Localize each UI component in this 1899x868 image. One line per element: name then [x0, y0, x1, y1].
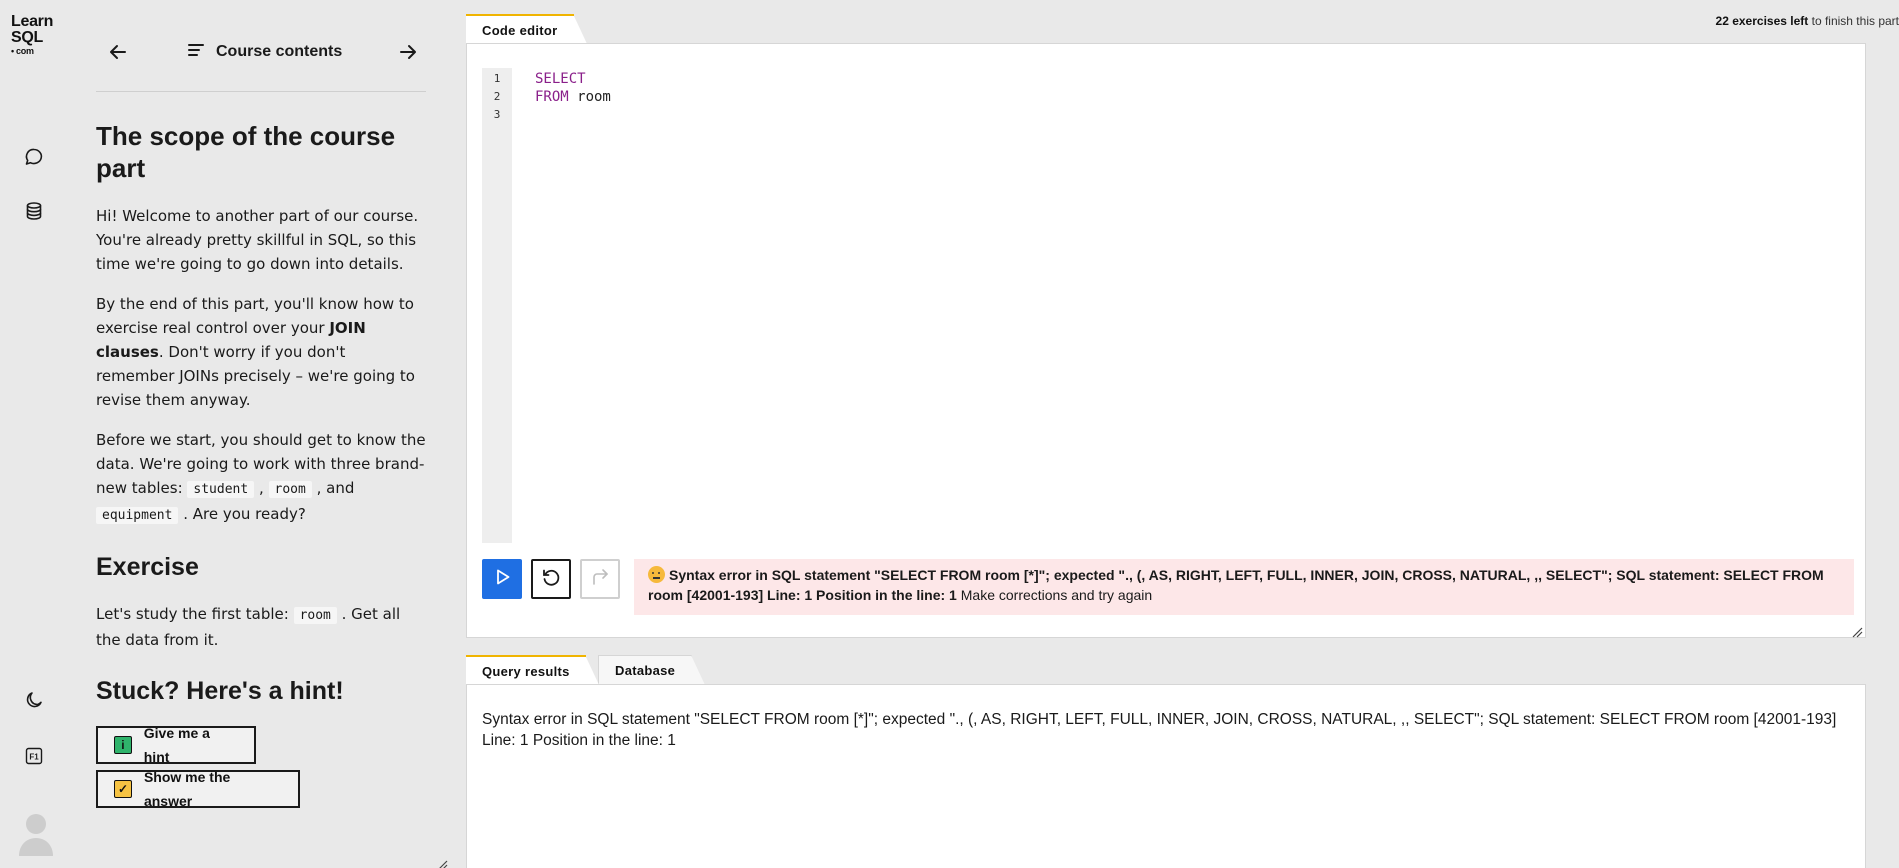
sql-code-input[interactable]: SELECT FROM room ​: [535, 70, 611, 124]
code-editor-tab-label: Code editor: [482, 22, 558, 38]
left-rail: Learn SQL • com F1: [0, 0, 70, 868]
list-icon: [186, 40, 206, 65]
info-icon: i: [114, 736, 132, 754]
resize-handle-icon[interactable]: [436, 856, 448, 868]
lesson-paragraph-3: Before we start, you should get to know …: [96, 428, 426, 528]
tab-code-editor[interactable]: Code editor: [466, 14, 588, 46]
arrow-right-icon[interactable]: [396, 40, 420, 64]
logo-line-3: • com: [11, 46, 34, 56]
keyword-select: SELECT: [535, 71, 586, 87]
hint-buttons: i Give me a hint ✓ Show me the answer: [96, 725, 300, 810]
reset-button[interactable]: [531, 559, 571, 599]
error-text-hint: Make corrections and try again: [956, 587, 1153, 603]
error-message: Syntax error in SQL statement "SELECT FR…: [634, 559, 1854, 615]
logo[interactable]: Learn SQL • com: [11, 13, 61, 57]
database-icon[interactable]: [22, 199, 46, 223]
show-answer-button[interactable]: ✓ Show me the answer: [96, 769, 300, 809]
f1-key-icon[interactable]: F1: [22, 744, 46, 768]
play-icon: [492, 567, 512, 591]
redo-button: [580, 559, 620, 599]
code-line-1: SELECT: [535, 70, 611, 88]
run-button[interactable]: [482, 559, 522, 599]
code-equipment: equipment: [96, 507, 179, 524]
exercises-left: 22 exercises left to finish this part: [1716, 14, 1899, 28]
reset-icon: [540, 566, 562, 592]
show-answer-label: Show me the answer: [143, 769, 231, 809]
tab-query-results[interactable]: Query results: [466, 655, 600, 687]
logo-line-1: Learn: [11, 13, 54, 30]
p2-text: By the end of this part, you'll know how…: [96, 295, 414, 337]
logo-line-2: SQL: [11, 29, 43, 46]
hint-heading: Stuck? Here's a hint!: [96, 677, 344, 705]
moon-icon[interactable]: [22, 688, 46, 712]
code-line-3: ​: [535, 106, 611, 124]
code-editor-panel: 1 2 3 SELECT FROM room ​ Syntax error in…: [466, 43, 1866, 638]
keyword-from: FROM: [535, 89, 569, 105]
svg-text:F1: F1: [29, 753, 39, 762]
lesson-content: The scope of the course part Hi! Welcome…: [96, 120, 426, 810]
line-number: 1: [493, 72, 501, 85]
avatar-icon[interactable]: [17, 810, 55, 856]
p3-sep-1: ,: [254, 479, 269, 497]
code-room-exercise: room: [293, 607, 337, 624]
give-hint-button[interactable]: i Give me a hint: [96, 725, 256, 765]
line-number: 3: [493, 108, 501, 121]
resize-handle-icon[interactable]: [1851, 623, 1863, 638]
confused-face-icon: [648, 566, 665, 583]
query-results-message: Syntax error in SQL statement "SELECT FR…: [482, 711, 1837, 749]
course-nav: Course contents: [96, 36, 426, 92]
chat-icon[interactable]: [22, 145, 46, 169]
instructions-panel: Course contents The scope of the course …: [96, 0, 426, 868]
exercises-left-count: 22 exercises left: [1715, 14, 1809, 28]
tab-database[interactable]: Database: [598, 655, 706, 685]
query-results-panel: Syntax error in SQL statement "SELECT FR…: [466, 684, 1866, 868]
query-results-tab-label: Query results: [482, 663, 570, 679]
lesson-paragraph-1: Hi! Welcome to another part of our cours…: [96, 207, 419, 273]
course-contents-label: Course contents: [216, 43, 343, 60]
redo-icon: [590, 567, 610, 591]
p3-text-end: . Are you ready?: [178, 505, 306, 523]
course-contents-button[interactable]: Course contents: [186, 40, 342, 64]
code-table-name: room: [568, 89, 611, 105]
code-line-2: FROM room: [535, 88, 611, 106]
exercises-left-suffix: to finish this part: [1808, 14, 1899, 28]
line-number: 2: [493, 90, 501, 103]
exercise-text-start: Let's study the first table:: [96, 605, 294, 623]
give-hint-label: Give me a hint: [143, 725, 210, 765]
check-icon: ✓: [114, 780, 132, 798]
p3-sep-2: , and: [311, 479, 355, 497]
line-gutter: 1 2 3: [482, 68, 512, 543]
database-tab-label: Database: [615, 663, 676, 678]
exercise-heading: Exercise: [96, 553, 199, 581]
lesson-title: The scope of the course part: [96, 121, 396, 183]
error-text-bold: Syntax error in SQL statement "SELECT FR…: [648, 567, 1824, 603]
code-student: student: [187, 481, 255, 498]
arrow-left-icon[interactable]: [106, 40, 130, 64]
exercise-text: Let's study the first table: room . Get …: [96, 602, 426, 652]
lesson-paragraph-2: By the end of this part, you'll know how…: [96, 292, 426, 412]
code-room: room: [268, 481, 312, 498]
